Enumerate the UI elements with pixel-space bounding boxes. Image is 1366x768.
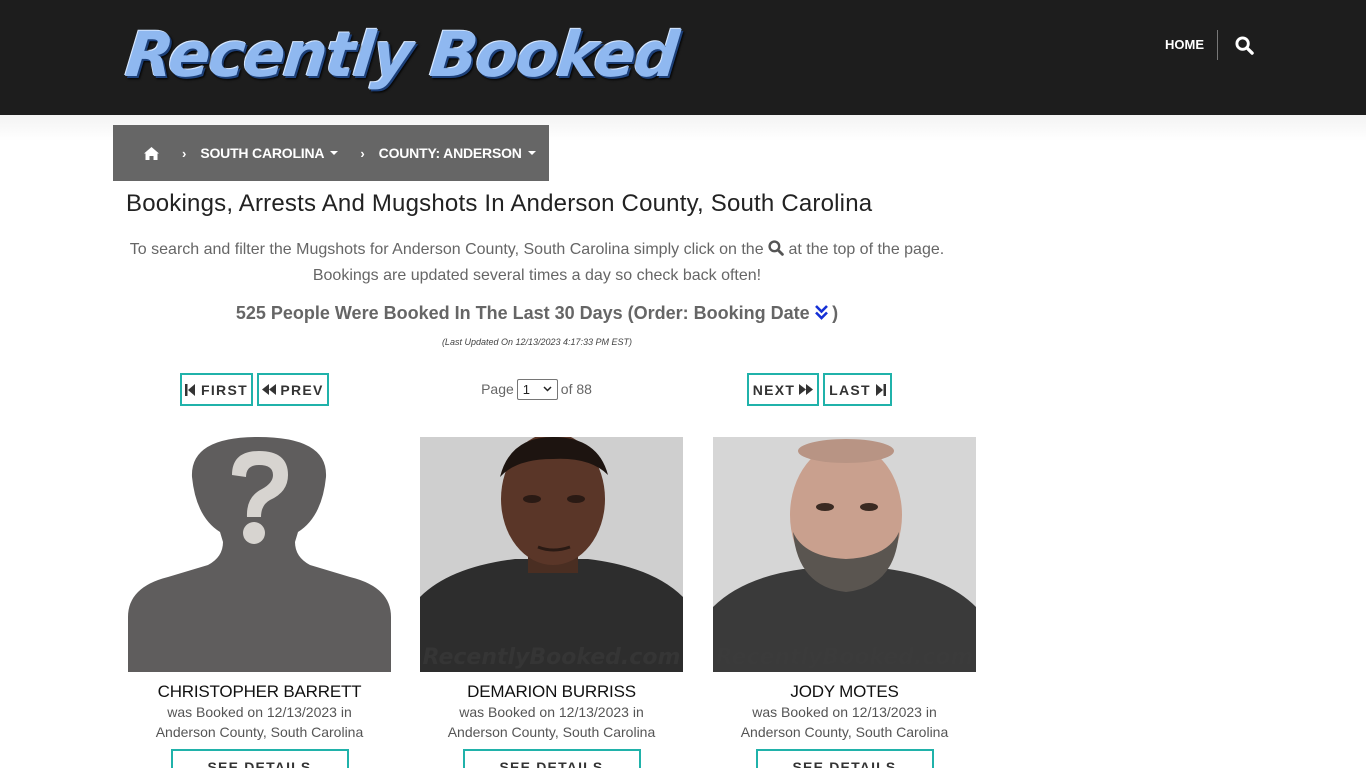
intro-text-part-1: To search and filter the Mugshots for An… <box>129 241 764 258</box>
chevron-right-icon: › <box>360 145 365 161</box>
prev-page-label: PREV <box>280 381 324 398</box>
page-selector: Page 1 of 88 <box>470 377 603 401</box>
page-select[interactable]: 1 <box>516 378 558 400</box>
logo-text: Recently Booked <box>122 18 681 91</box>
caret-down-icon <box>330 151 339 155</box>
last-updated: (Last Updated On 12/13/2023 4:17:33 PM E… <box>441 337 633 347</box>
backward-icon <box>262 384 277 395</box>
next-page-button[interactable]: NEXT <box>747 373 819 406</box>
breadcrumb-state-dropdown[interactable]: SOUTH CAROLINA <box>200 145 339 161</box>
person-name[interactable]: DEMARION BURRISS <box>420 682 683 702</box>
nav-home-link[interactable]: HOME <box>1165 30 1218 60</box>
page-title: Bookings, Arrests And Mugshots In Anders… <box>126 190 873 217</box>
booking-card: RecentlyBooked.com JODY MOTES was Booked… <box>713 437 976 768</box>
breadcrumb-county-dropdown[interactable]: COUNTY: ANDERSON <box>379 145 536 161</box>
home-icon <box>144 146 159 160</box>
main-nav: HOME <box>1165 30 1254 60</box>
prev-page-button[interactable]: PREV <box>257 373 329 406</box>
sort-order-toggle[interactable] <box>814 305 832 323</box>
search-button[interactable] <box>1218 30 1254 60</box>
mugshot-image[interactable]: RecentlyBooked.com <box>420 437 683 672</box>
unknown-person-silhouette <box>128 437 391 672</box>
watermark: RecentlyBooked.com <box>715 645 974 670</box>
see-details-button[interactable]: SEE DETAILS <box>755 749 934 768</box>
page-label: Page <box>481 381 514 397</box>
step-backward-icon <box>185 383 196 396</box>
site-logo[interactable]: Recently Booked <box>122 18 680 92</box>
total-pages-label: of 88 <box>560 381 592 397</box>
last-page-button[interactable]: LAST <box>823 373 892 406</box>
page-select-value: 1 <box>522 381 531 397</box>
booked-date: was Booked on 12/13/2023 in <box>167 704 352 720</box>
double-chevron-down-icon <box>814 305 828 320</box>
booked-location: Anderson County, South Carolina <box>740 724 949 740</box>
person-name[interactable]: CHRISTOPHER BARRETT <box>128 682 391 702</box>
chevron-right-icon: › <box>182 145 187 161</box>
first-page-button[interactable]: FIRST <box>180 373 253 406</box>
breadcrumb-home[interactable] <box>143 146 160 161</box>
booking-card: CHRISTOPHER BARRETT was Booked on 12/13/… <box>128 437 391 768</box>
booked-location: Anderson County, South Carolina <box>155 724 364 740</box>
breadcrumb-county-label: COUNTY: ANDERSON <box>378 145 522 161</box>
breadcrumb-state-label: SOUTH CAROLINA <box>200 145 325 161</box>
booked-date: was Booked on 12/13/2023 in <box>752 704 937 720</box>
first-page-label: FIRST <box>201 381 248 398</box>
see-details-button[interactable]: SEE DETAILS <box>170 749 349 768</box>
top-navbar: Recently Booked HOME <box>0 0 1366 115</box>
breadcrumb: › SOUTH CAROLINA › COUNTY: ANDERSON <box>113 125 549 181</box>
booking-count-text: 525 People Were Booked In The Last 30 Da… <box>235 303 810 323</box>
chevron-down-icon <box>543 386 552 392</box>
caret-down-icon <box>527 151 536 155</box>
booked-location: Anderson County, South Carolina <box>447 724 656 740</box>
intro-text: To search and filter the Mugshots for An… <box>124 237 950 289</box>
search-icon <box>768 240 784 256</box>
next-page-label: NEXT <box>752 381 796 398</box>
person-name[interactable]: JODY MOTES <box>713 682 976 702</box>
mugshot-photo <box>713 437 976 672</box>
watermark: RecentlyBooked.com <box>422 645 681 670</box>
mugshot-placeholder-image[interactable] <box>128 437 391 672</box>
booking-count: 525 People Were Booked In The Last 30 Da… <box>126 303 948 324</box>
booking-card: RecentlyBooked.com DEMARION BURRISS was … <box>420 437 683 768</box>
search-icon <box>1235 35 1254 55</box>
mugshot-photo <box>420 437 683 672</box>
booking-count-close: ) <box>832 303 839 323</box>
see-details-button[interactable]: SEE DETAILS <box>462 749 641 768</box>
booked-date: was Booked on 12/13/2023 in <box>459 704 644 720</box>
step-forward-icon <box>875 383 886 396</box>
mugshot-image[interactable]: RecentlyBooked.com <box>713 437 976 672</box>
forward-icon <box>799 384 814 395</box>
last-page-label: LAST <box>829 381 871 398</box>
